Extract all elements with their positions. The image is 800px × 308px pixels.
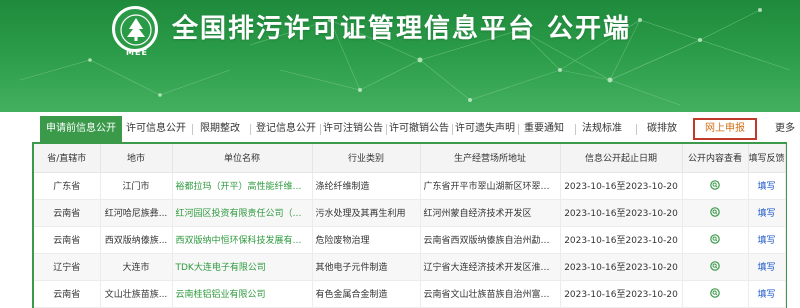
fill-feedback-link[interactable]: 填写 — [757, 263, 775, 273]
unit-name-link[interactable]: 西双版纳中恒环保科技发展有限... — [172, 226, 313, 254]
column-header-city: 地市 — [100, 144, 173, 173]
feedback-cell: 填写 — [748, 253, 786, 281]
unit-name-link[interactable]: TDK大连电子有限公司 — [172, 253, 313, 281]
table-row: 云南省 文山壮族苗族... 云南桂铝铝业有限公司 有色金属合金制造 云南省文山壮… — [34, 280, 786, 308]
province-cell: 辽宁省 — [34, 253, 101, 281]
province-cell: 云南省 — [34, 226, 101, 254]
tab-rectification[interactable]: 限期整改 — [194, 118, 246, 140]
view-cell — [682, 253, 749, 281]
main-nav: 申请前信息公开 许可信息公开 限期整改 登记信息公开 许可注销公告 许可撤销公告… — [0, 116, 800, 142]
column-header-province: 省/直辖市 — [34, 144, 101, 173]
nav-separator — [192, 124, 193, 135]
tab-online-declaration[interactable]: 网上申报 — [693, 118, 757, 140]
table-row: 云南省 红河哈尼族彝... 红河园区投资有限责任公司（蒙... 污水处理及其再生… — [34, 199, 786, 227]
dates-cell: 2023-10-16至2023-10-20 — [560, 226, 683, 254]
table-row: 辽宁省 大连市 TDK大连电子有限公司 其他电子元件制造 辽宁省大连经济技术开发… — [34, 253, 786, 281]
tab-more[interactable]: 更多 — [770, 118, 800, 140]
industry-cell: 危险废物治理 — [312, 226, 421, 254]
column-header-industry: 行业类别 — [312, 144, 421, 173]
feedback-cell: 填写 — [748, 199, 786, 227]
table-header-row: 省/直辖市 地市 单位名称 行业类别 生产经营场所地址 信息公开起止日期 公开内… — [34, 144, 786, 173]
magnifier-icon[interactable] — [710, 261, 720, 272]
city-cell: 大连市 — [100, 253, 173, 281]
unit-name-link[interactable]: 红河园区投资有限责任公司（蒙... — [172, 199, 313, 227]
nav-separator — [636, 124, 637, 135]
unit-name-link[interactable]: 裕都拉玛（开平）高性能纤维第... — [172, 172, 313, 200]
city-cell: 红河哈尼族彝... — [100, 199, 173, 227]
province-cell: 云南省 — [34, 199, 101, 227]
province-cell: 广东省 — [34, 172, 101, 200]
unit-name-link[interactable]: 云南桂铝铝业有限公司 — [172, 280, 313, 308]
magnifier-icon[interactable] — [710, 288, 720, 299]
fill-feedback-link[interactable]: 填写 — [757, 209, 775, 219]
view-cell — [682, 172, 749, 200]
column-header-address: 生产经营场所地址 — [420, 144, 561, 173]
tab-regulations-standards[interactable]: 法规标准 — [578, 118, 626, 140]
industry-cell: 有色金属合金制造 — [312, 280, 421, 308]
industry-cell: 涤纶纤维制造 — [312, 172, 421, 200]
magnifier-icon[interactable] — [710, 207, 720, 218]
view-cell — [682, 199, 749, 227]
dates-cell: 2023-10-16至2023-10-20 — [560, 199, 683, 227]
feedback-cell: 填写 — [748, 280, 786, 308]
industry-cell: 污水处理及其再生利用 — [312, 199, 421, 227]
header-banner: MEE 全国排污许可证管理信息平台 公开端 — [0, 0, 800, 112]
nav-separator — [250, 124, 251, 135]
city-cell: 西双版纳傣族... — [100, 226, 173, 254]
dates-cell: 2023-10-16至2023-10-20 — [560, 253, 683, 281]
table-row: 广东省 江门市 裕都拉玛（开平）高性能纤维第... 涤纶纤维制造 广东省开平市翠… — [34, 172, 786, 200]
nav-separator — [575, 124, 576, 135]
tab-pre-application-disclosure[interactable]: 申请前信息公开 — [40, 116, 122, 142]
feedback-cell: 填写 — [748, 226, 786, 254]
logo-text: MEE — [126, 48, 148, 57]
dates-cell: 2023-10-16至2023-10-20 — [560, 172, 683, 200]
tab-important-notices[interactable]: 重要通知 — [520, 118, 568, 140]
table-row: 云南省 西双版纳傣族... 西双版纳中恒环保科技发展有限... 危险废物治理 云… — [34, 226, 786, 254]
tab-revocation-notice[interactable]: 许可撤销公告 — [387, 118, 451, 140]
tab-permit-disclosure[interactable]: 许可信息公开 — [122, 118, 190, 140]
view-cell — [682, 280, 749, 308]
disclosure-table-panel: 省/直辖市 地市 单位名称 行业类别 生产经营场所地址 信息公开起止日期 公开内… — [32, 142, 787, 308]
site-title: 全国排污许可证管理信息平台 公开端 — [172, 14, 632, 44]
tab-loss-statement[interactable]: 许可遗失声明 — [453, 118, 517, 140]
address-cell: 辽宁省大连经济技术开发区淮河... — [420, 253, 561, 281]
mee-logo — [112, 6, 158, 52]
tab-cancellation-notice[interactable]: 许可注销公告 — [321, 118, 385, 140]
address-cell: 云南省西双版纳傣族自治州勐腊... — [420, 226, 561, 254]
column-header-unit-name: 单位名称 — [172, 144, 313, 173]
address-cell: 广东省开平市翠山湖新区环翠路1... — [420, 172, 561, 200]
mee-emblem-icon — [120, 14, 152, 46]
column-header-dates: 信息公开起止日期 — [560, 144, 683, 173]
industry-cell: 其他电子元件制造 — [312, 253, 421, 281]
tab-carbon-emission[interactable]: 碳排放 — [642, 118, 682, 140]
city-cell: 江门市 — [100, 172, 173, 200]
disclosure-table: 省/直辖市 地市 单位名称 行业类别 生产经营场所地址 信息公开起止日期 公开内… — [34, 144, 786, 308]
feedback-cell: 填写 — [748, 172, 786, 200]
fill-feedback-link[interactable]: 填写 — [757, 182, 775, 192]
view-cell — [682, 226, 749, 254]
magnifier-icon[interactable] — [710, 234, 720, 245]
nav-separator — [518, 124, 519, 135]
fill-feedback-link[interactable]: 填写 — [757, 290, 775, 300]
dates-cell: 2023-10-16至2023-10-20 — [560, 280, 683, 308]
city-cell: 文山壮族苗族... — [100, 280, 173, 308]
column-header-feedback: 填写反馈 — [748, 144, 786, 173]
address-cell: 红河州蒙自经济技术开发区 — [420, 199, 561, 227]
magnifier-icon[interactable] — [710, 180, 720, 191]
column-header-view: 公开内容查看 — [682, 144, 749, 173]
province-cell: 云南省 — [34, 280, 101, 308]
address-cell: 云南省文山壮族苗族自治州富宁... — [420, 280, 561, 308]
tab-registration-disclosure[interactable]: 登记信息公开 — [252, 118, 320, 140]
fill-feedback-link[interactable]: 填写 — [757, 236, 775, 246]
